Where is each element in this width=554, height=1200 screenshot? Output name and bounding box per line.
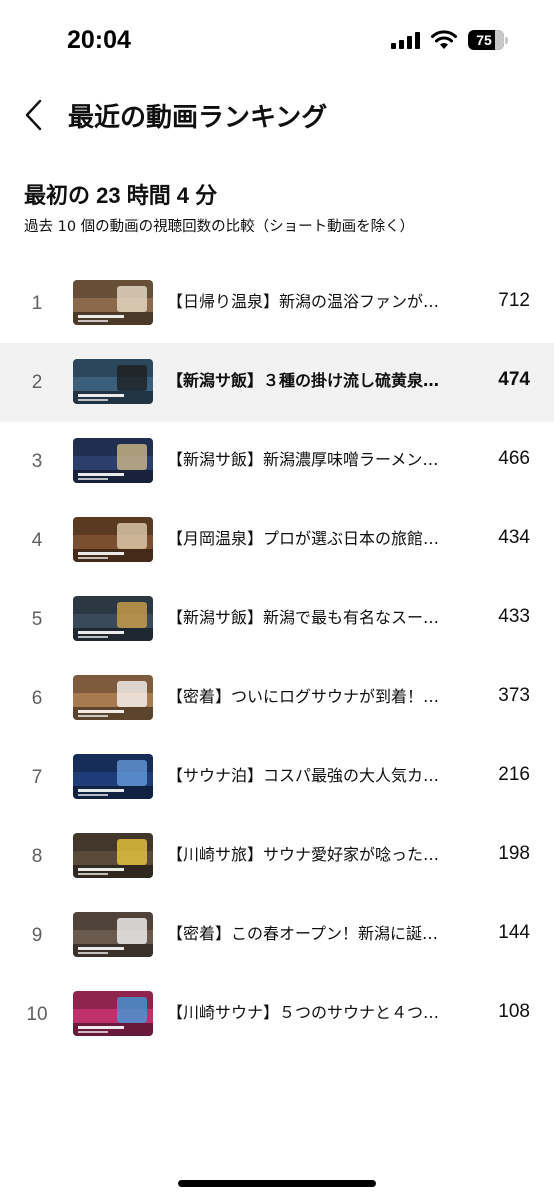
screen: 20:04 75 最近の動画ランキング 最初の 23 時間 4 分 過去 10 … [0, 0, 554, 1200]
ranking-row[interactable]: 8 【川崎サ旅】サウナ愛好家が唸った… 198 [0, 817, 554, 896]
rank-number: 5 [31, 608, 43, 630]
rank-number: 7 [31, 766, 43, 788]
view-count: 373 [498, 685, 530, 706]
ranking-row[interactable]: 5 【新潟サ飯】新潟で最も有名なスー… 433 [0, 580, 554, 659]
cellular-signal-icon [391, 31, 420, 49]
rank-number: 10 [26, 1003, 48, 1025]
video-title[interactable]: 【新潟サ飯】３種の掛け流し硫黄泉… [167, 368, 473, 394]
view-count: 433 [498, 606, 530, 627]
view-count: 466 [498, 448, 530, 469]
video-thumbnail[interactable] [73, 359, 153, 404]
rank-number: 9 [31, 924, 43, 946]
view-count: 108 [498, 1001, 530, 1022]
video-thumbnail[interactable] [73, 833, 153, 878]
ranking-list: 1 【日帰り温泉】新潟の温浴ファンが… 712 2 【新潟サ飯】３種の掛け流し硫… [0, 264, 554, 1054]
video-thumbnail[interactable] [73, 438, 153, 483]
video-title[interactable]: 【密着】この春オープン！新潟に誕… [167, 921, 473, 947]
video-title[interactable]: 【川崎サ旅】サウナ愛好家が唸った… [167, 842, 473, 868]
view-count: 144 [498, 922, 530, 943]
video-thumbnail[interactable] [73, 754, 153, 799]
rank-number: 3 [31, 450, 43, 472]
status-bar: 20:04 75 [0, 0, 554, 84]
status-icons: 75 [391, 30, 508, 50]
video-thumbnail[interactable] [73, 675, 153, 720]
home-indicator[interactable] [178, 1180, 376, 1187]
ranking-row[interactable]: 10 【川崎サウナ】５つのサウナと４つ… 108 [0, 975, 554, 1054]
status-time: 20:04 [67, 26, 131, 54]
ranking-row[interactable]: 3 【新潟サ飯】新潟濃厚味噌ラーメン… 466 [0, 422, 554, 501]
rank-number: 8 [31, 845, 43, 867]
video-title[interactable]: 【月岡温泉】プロが選ぶ日本の旅館… [167, 526, 473, 552]
view-count: 712 [498, 290, 530, 311]
video-thumbnail[interactable] [73, 991, 153, 1036]
back-arrow-icon[interactable] [20, 98, 50, 132]
ranking-row[interactable]: 7 【サウナ泊】コスパ最強の大人気カ… 216 [0, 738, 554, 817]
summary-title: 最初の 23 時間 4 分 [24, 183, 218, 208]
summary: 最初の 23 時間 4 分 過去 10 個の動画の視聴回数の比較（ショート動画を… [24, 178, 414, 236]
video-title[interactable]: 【新潟サ飯】新潟で最も有名なスー… [167, 605, 473, 631]
video-thumbnail[interactable] [73, 596, 153, 641]
video-title[interactable]: 【サウナ泊】コスパ最強の大人気カ… [167, 763, 473, 789]
video-title[interactable]: 【日帰り温泉】新潟の温浴ファンが… [167, 289, 473, 315]
ranking-row[interactable]: 4 【月岡温泉】プロが選ぶ日本の旅館… 434 [0, 501, 554, 580]
battery-level: 75 [476, 32, 492, 48]
wifi-icon [431, 30, 457, 49]
video-thumbnail[interactable] [73, 280, 153, 325]
video-title[interactable]: 【密着】ついにログサウナが到着！… [167, 684, 473, 710]
video-title[interactable]: 【川崎サウナ】５つのサウナと４つ… [167, 1000, 473, 1026]
battery-icon: 75 [468, 30, 508, 50]
video-title[interactable]: 【新潟サ飯】新潟濃厚味噌ラーメン… [167, 447, 473, 473]
view-count: 474 [498, 369, 530, 390]
header: 最近の動画ランキング [0, 84, 554, 148]
summary-subtitle: 過去 10 個の動画の視聴回数の比較（ショート動画を除く） [24, 219, 415, 235]
rank-number: 2 [31, 371, 43, 393]
rank-number: 1 [31, 292, 43, 314]
video-thumbnail[interactable] [73, 517, 153, 562]
rank-number: 6 [31, 687, 43, 709]
ranking-row[interactable]: 1 【日帰り温泉】新潟の温浴ファンが… 712 [0, 264, 554, 343]
page-title: 最近の動画ランキング [68, 102, 328, 132]
view-count: 216 [498, 764, 530, 785]
rank-number: 4 [31, 529, 43, 551]
view-count: 434 [498, 527, 530, 548]
video-thumbnail[interactable] [73, 912, 153, 957]
ranking-row[interactable]: 6 【密着】ついにログサウナが到着！… 373 [0, 659, 554, 738]
view-count: 198 [498, 843, 530, 864]
ranking-row[interactable]: 2 【新潟サ飯】３種の掛け流し硫黄泉… 474 [0, 343, 554, 422]
ranking-row[interactable]: 9 【密着】この春オープン！新潟に誕… 144 [0, 896, 554, 975]
